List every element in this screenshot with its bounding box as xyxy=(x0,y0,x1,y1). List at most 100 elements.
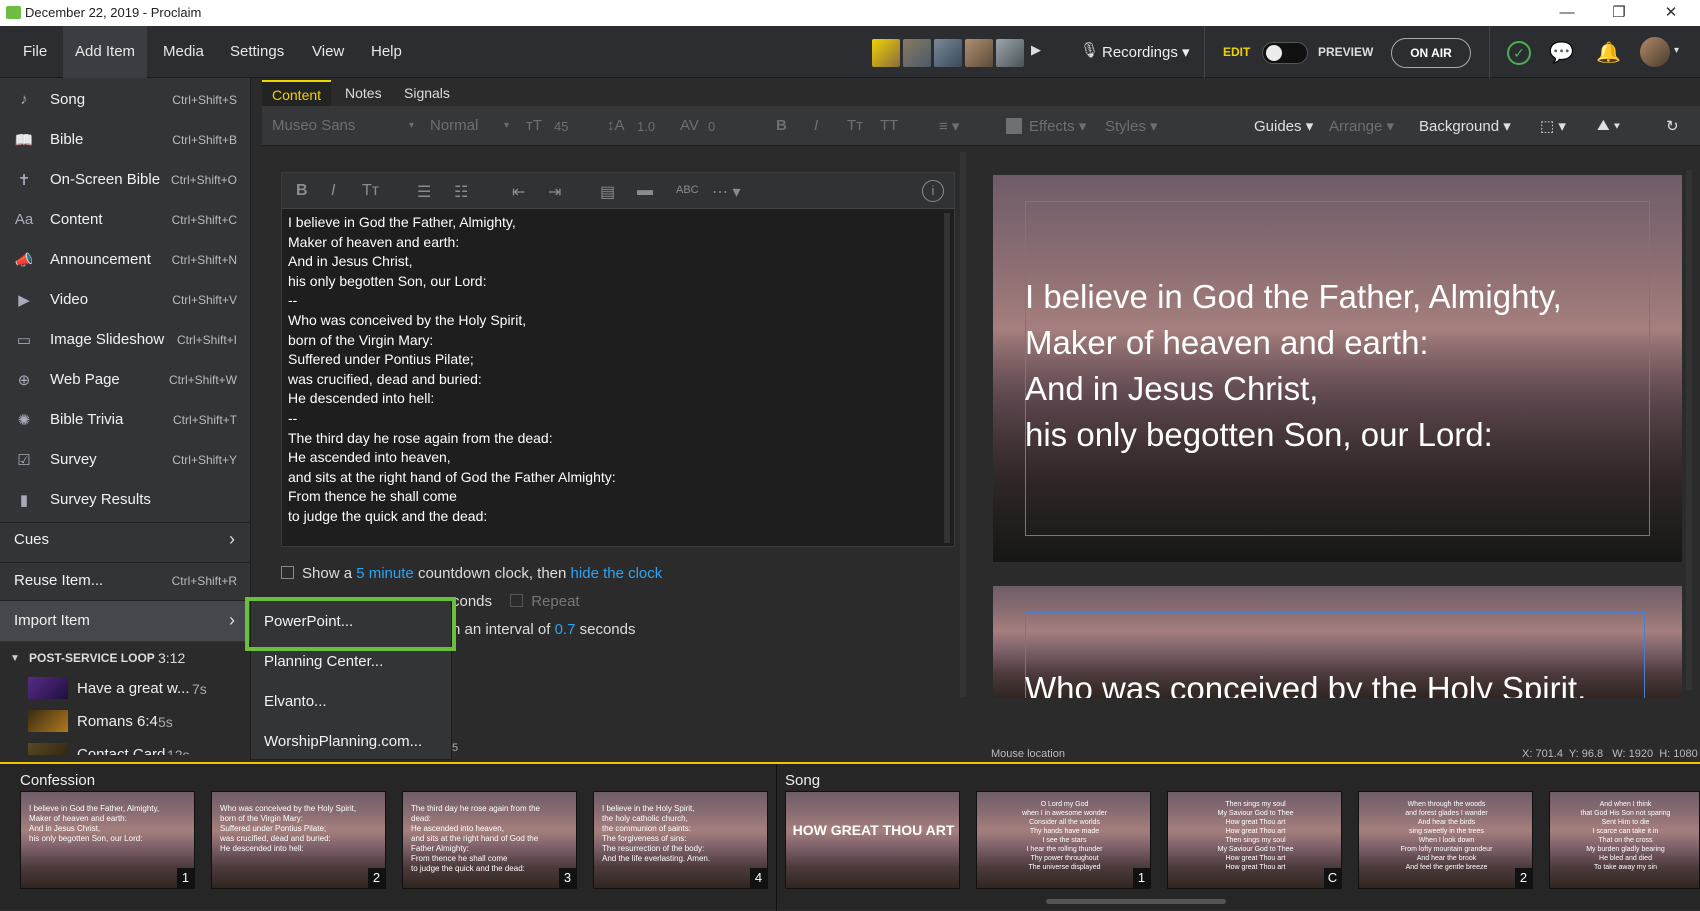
slide-thumbnail[interactable]: Then sings my soul My Saviour God to The… xyxy=(1167,791,1342,889)
tab-signals[interactable]: Signals xyxy=(394,80,460,106)
info-icon[interactable]: i xyxy=(922,180,944,202)
slide-thumbnail[interactable]: HOW GREAT THOU ART xyxy=(785,791,960,889)
slide-thumbnail[interactable]: O Lord my God when I in awesome wonder C… xyxy=(976,791,1151,889)
bell-icon[interactable]: 🔔 xyxy=(1596,40,1621,65)
refresh-icon[interactable]: ↻ xyxy=(1666,117,1679,135)
text-case-icon[interactable]: Tт xyxy=(847,117,863,134)
bold-icon[interactable]: B xyxy=(296,182,308,200)
font-size-input[interactable]: 45 xyxy=(554,119,568,134)
slide-text[interactable]: I believe in God the Father, Almighty, M… xyxy=(1025,274,1665,458)
content-editor[interactable]: B I Tт ☰ ☷ ⇤ ⇥ ▤ ▬ ABC ⋯ ▾ i I believe i… xyxy=(281,172,955,547)
edit-preview-toggle[interactable] xyxy=(1262,42,1308,64)
menu-item-survey-results[interactable]: ▮ Survey Results xyxy=(0,480,251,520)
chat-icon[interactable]: 💬 xyxy=(1549,40,1574,65)
menu-item-reuse[interactable]: Reuse Item... Ctrl+Shift+R xyxy=(0,561,251,601)
menu-item-content[interactable]: Aa Content Ctrl+Shift+C xyxy=(0,200,251,240)
italic-icon[interactable]: I xyxy=(331,182,335,200)
menu-item-import[interactable]: Import Item › xyxy=(0,601,251,641)
numbered-list-icon[interactable]: ☷ xyxy=(454,182,468,202)
import-elvanto[interactable]: Elvanto... xyxy=(264,693,327,710)
insert-icon[interactable]: ▤ xyxy=(600,182,615,202)
participant-avatar[interactable] xyxy=(934,39,962,67)
editor-text[interactable]: I believe in God the Father, Almighty, M… xyxy=(288,213,928,527)
close-button[interactable]: ✕ xyxy=(1648,2,1694,24)
list-item[interactable]: Have a great w... 7s xyxy=(0,673,252,705)
color-swatch[interactable] xyxy=(1006,118,1022,134)
font-select[interactable]: Museo Sans xyxy=(272,117,355,134)
slide-thumbnail[interactable]: Who was conceived by the Holy Spirit, bo… xyxy=(211,791,386,889)
participant-avatar[interactable] xyxy=(903,39,931,67)
maximize-button[interactable]: ❐ xyxy=(1596,2,1642,24)
arrange-menu[interactable]: Arrange ▾ xyxy=(1329,117,1394,135)
styles-menu[interactable]: Styles ▾ xyxy=(1105,117,1158,135)
horizontal-scrollbar[interactable] xyxy=(1046,899,1226,904)
text-box-icon[interactable]: ⬚ ▾ xyxy=(1540,117,1566,135)
menu-file[interactable]: File xyxy=(11,26,59,78)
tab-content[interactable]: Content xyxy=(262,80,332,106)
participant-avatar[interactable] xyxy=(965,39,993,67)
slide-thumbnail[interactable]: The third day he rose again from the dea… xyxy=(402,791,577,889)
spellcheck-icon[interactable]: ABC xyxy=(676,184,699,196)
list-item[interactable]: Contact Card 12s xyxy=(0,739,252,755)
menu-media[interactable]: Media xyxy=(151,26,216,78)
text-case-icon[interactable]: Tт xyxy=(362,182,379,200)
menu-help[interactable]: Help xyxy=(359,26,414,78)
participant-avatar[interactable] xyxy=(872,39,900,67)
import-planning-center[interactable]: Planning Center... xyxy=(264,653,383,670)
chevron-down-icon[interactable]: ▾ xyxy=(1674,45,1679,56)
status-check-icon[interactable]: ✓ xyxy=(1507,41,1531,65)
menu-item-cues[interactable]: Cues › xyxy=(0,520,251,560)
menu-add-item[interactable]: Add Item xyxy=(63,26,148,78)
import-worshipplanning[interactable]: WorshipPlanning.com... xyxy=(264,733,422,750)
tab-notes[interactable]: Notes xyxy=(335,80,392,106)
menu-item-bible-trivia[interactable]: ✺ Bible Trivia Ctrl+Shift+T xyxy=(0,400,251,440)
collapse-icon[interactable]: ▼ xyxy=(10,653,20,664)
list-item[interactable]: Romans 6:4 5s xyxy=(0,706,252,738)
minimize-button[interactable]: — xyxy=(1544,2,1590,24)
slide-thumbnail[interactable]: When through the woods and forest glades… xyxy=(1358,791,1533,889)
user-avatar[interactable] xyxy=(1640,37,1670,67)
slide-text[interactable]: Who was conceived by the Holy Spirit, xyxy=(1025,670,1586,698)
letter-spacing-input[interactable]: 0 xyxy=(708,119,715,134)
participant-avatar[interactable] xyxy=(996,39,1024,67)
slide-thumbnail[interactable]: And when I think that God His Son not sp… xyxy=(1549,791,1700,889)
style-select[interactable]: Normal xyxy=(430,117,478,134)
uppercase-icon[interactable]: TT xyxy=(880,117,898,134)
scrollbar[interactable] xyxy=(944,213,950,543)
guides-menu[interactable]: Guides ▾ xyxy=(1254,117,1313,135)
scrollbar[interactable] xyxy=(960,152,966,697)
italic-icon[interactable]: I xyxy=(814,117,818,134)
menu-settings[interactable]: Settings xyxy=(218,26,296,78)
on-air-button[interactable]: ON AIR xyxy=(1391,38,1471,68)
menu-item-web-page[interactable]: ⊕ Web Page Ctrl+Shift+W xyxy=(0,360,251,400)
countdown-checkbox[interactable] xyxy=(281,566,294,579)
menu-item-video[interactable]: ▶ Video Ctrl+Shift+V xyxy=(0,280,251,320)
scrollbar[interactable] xyxy=(1686,170,1692,690)
line-height-input[interactable]: 1.0 xyxy=(637,119,655,134)
slide-thumbnail[interactable]: I believe in the Holy Spirit, the holy c… xyxy=(593,791,768,889)
menu-item-survey[interactable]: ☑ Survey Ctrl+Shift+Y xyxy=(0,440,251,480)
hide-clock-link[interactable]: hide the clock xyxy=(571,565,663,582)
slide-preview[interactable]: Who was conceived by the Holy Spirit, xyxy=(993,586,1682,698)
slide-preview[interactable]: I believe in God the Father, Almighty, M… xyxy=(993,175,1682,562)
indent-icon[interactable]: ⇥ xyxy=(548,182,561,202)
menu-item-bible[interactable]: 📖 Bible Ctrl+Shift+B xyxy=(0,120,251,160)
outdent-icon[interactable]: ⇤ xyxy=(512,182,525,202)
menu-item-image-slideshow[interactable]: ▭ Image Slideshow Ctrl+Shift+I xyxy=(0,320,251,360)
minutes-link[interactable]: 5 minute xyxy=(356,565,414,582)
menu-item-song[interactable]: ♪ Song Ctrl+Shift+S xyxy=(0,80,251,120)
menu-view[interactable]: View xyxy=(300,26,356,78)
play-icon[interactable]: ▶ xyxy=(1031,42,1041,58)
menu-item-on-screen-bible[interactable]: ✝ On-Screen Bible Ctrl+Shift+O xyxy=(0,160,251,200)
menu-item-announcement[interactable]: 📣 Announcement Ctrl+Shift+N xyxy=(0,240,251,280)
recordings-menu[interactable]: Recordings ▾ xyxy=(1102,43,1190,61)
bold-icon[interactable]: B xyxy=(776,117,787,134)
slide-thumbnail[interactable]: I believe in God the Father, Almighty, M… xyxy=(20,791,195,889)
more-icon[interactable]: ⋯ ▾ xyxy=(712,182,740,202)
align-icon[interactable]: ≡ ▾ xyxy=(939,117,959,135)
image-icon[interactable]: ⛰ ▾ xyxy=(1597,117,1620,134)
interval-link[interactable]: 0.7 xyxy=(555,621,576,638)
divider-insert-icon[interactable]: ▬ xyxy=(637,182,653,200)
bullet-list-icon[interactable]: ☰ xyxy=(417,182,431,202)
repeat-checkbox[interactable] xyxy=(510,594,524,607)
